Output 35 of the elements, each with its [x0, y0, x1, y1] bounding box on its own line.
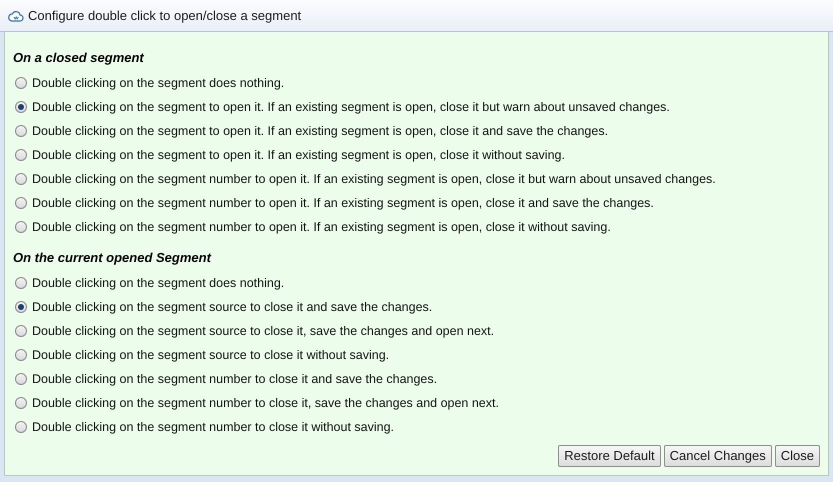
radio-button[interactable]: [15, 301, 27, 313]
radio-button[interactable]: [15, 221, 27, 233]
option-label[interactable]: Double clicking on the segment number to open it. If an existing segment is open, close it but warn about unsaved changes.: [32, 170, 716, 188]
radio-button[interactable]: [15, 101, 27, 113]
radio-button[interactable]: [15, 77, 27, 89]
dialog-button[interactable]: Cancel Changes: [664, 445, 772, 467]
option-label[interactable]: Double clicking on the segment source to close it, save the changes and open next.: [32, 322, 494, 340]
option-label[interactable]: Double clicking on the segment number to open it. If an existing segment is open, close it and save the changes.: [32, 194, 654, 212]
radio-button[interactable]: [15, 349, 27, 361]
radio-button[interactable]: [15, 197, 27, 209]
cloud-icon: [8, 8, 24, 22]
section-heading: On the current opened Segment: [13, 249, 212, 267]
radio-button[interactable]: [15, 277, 27, 289]
radio-button[interactable]: [15, 125, 27, 137]
section-heading: On a closed segment: [13, 49, 146, 67]
option-label[interactable]: Double clicking on the segment to open it. If an existing segment is open, close it without saving.: [32, 146, 565, 164]
option-label[interactable]: Double clicking on the segment source to close it and save the changes.: [32, 298, 432, 316]
option-label[interactable]: Double clicking on the segment number to close it and save the changes.: [32, 370, 438, 388]
dialog-button[interactable]: Close: [774, 445, 820, 467]
radio-button[interactable]: [15, 421, 27, 433]
option-label[interactable]: Double clicking on the segment does nothing.: [32, 74, 284, 92]
radio-button[interactable]: [15, 325, 27, 337]
option-label[interactable]: Double clicking on the segment number to close it, save the changes and open next.: [32, 394, 499, 412]
option-label[interactable]: Double clicking on the segment to open it. If an existing segment is open, close it and save the changes.: [32, 122, 608, 140]
dialog-button[interactable]: Restore Default: [558, 445, 661, 467]
option-label[interactable]: Double clicking on the segment source to close it without saving.: [32, 346, 390, 364]
option-label[interactable]: Double clicking on the segment does nothing.: [32, 274, 284, 292]
radio-button[interactable]: [15, 173, 27, 185]
radio-button[interactable]: [15, 397, 27, 409]
window-title: Configure double click to open/close a segment: [28, 6, 302, 25]
option-label[interactable]: Double clicking on the segment to open it. If an existing segment is open, close it but warn about unsaved changes.: [32, 98, 670, 116]
option-label[interactable]: Double clicking on the segment number to open it. If an existing segment is open, close it without saving.: [32, 218, 611, 236]
radio-button[interactable]: [15, 149, 27, 161]
option-label[interactable]: Double clicking on the segment number to close it without saving.: [32, 418, 394, 436]
radio-button[interactable]: [15, 373, 27, 385]
